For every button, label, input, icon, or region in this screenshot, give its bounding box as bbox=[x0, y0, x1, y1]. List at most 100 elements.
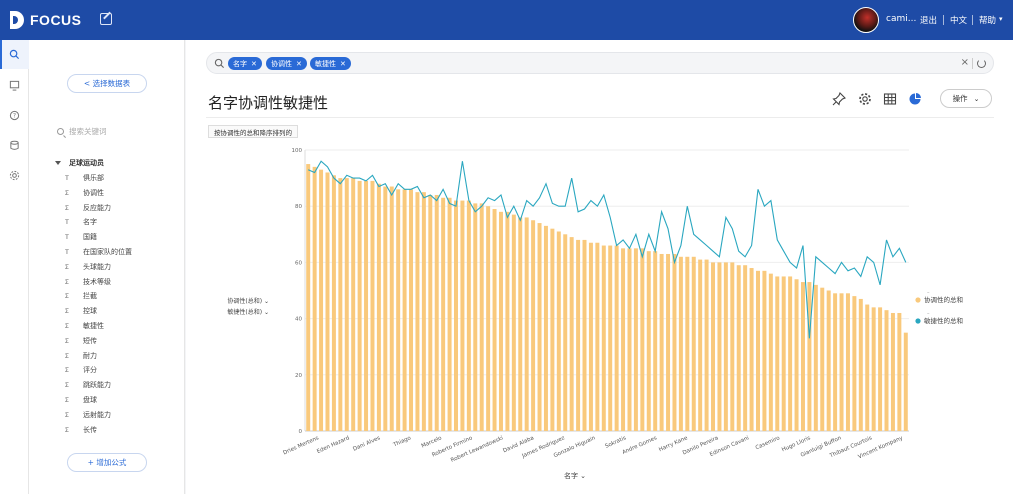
bar[interactable] bbox=[531, 220, 536, 431]
field-search[interactable]: 搜索关键词 bbox=[57, 126, 107, 137]
bar[interactable] bbox=[794, 279, 799, 431]
board-icon[interactable] bbox=[9, 80, 20, 91]
field-item[interactable]: Σ 协调性 bbox=[65, 187, 104, 199]
bar[interactable] bbox=[357, 180, 362, 431]
bar[interactable] bbox=[826, 290, 831, 432]
edit-icon[interactable] bbox=[100, 13, 112, 25]
bar[interactable] bbox=[768, 273, 773, 431]
field-item[interactable]: T 名字 bbox=[65, 216, 97, 228]
brand-logo[interactable]: FOCUS bbox=[10, 10, 82, 30]
bar[interactable] bbox=[633, 248, 638, 431]
refresh-icon[interactable] bbox=[977, 59, 986, 68]
field-item[interactable]: Σ 评分 bbox=[65, 364, 97, 376]
bar[interactable] bbox=[486, 206, 491, 431]
bar[interactable] bbox=[788, 276, 793, 431]
bar[interactable] bbox=[479, 203, 484, 431]
bar[interactable] bbox=[563, 234, 568, 431]
legend-label[interactable]: 敏捷性的总和 bbox=[924, 316, 963, 325]
field-item[interactable]: T 在国家队的位置 bbox=[65, 246, 132, 258]
field-item[interactable]: Σ 长传 bbox=[65, 424, 97, 436]
bar[interactable] bbox=[903, 332, 908, 431]
bar[interactable] bbox=[556, 231, 561, 431]
bar[interactable] bbox=[730, 262, 735, 431]
user-name[interactable]: cami... bbox=[886, 14, 916, 24]
field-item[interactable]: Σ 拦截 bbox=[65, 290, 97, 302]
search-tag[interactable]: 协调性 ✕ bbox=[266, 57, 307, 70]
bar[interactable] bbox=[865, 304, 870, 431]
bar[interactable] bbox=[659, 253, 664, 431]
bar[interactable] bbox=[543, 225, 548, 431]
help-icon[interactable]: ? bbox=[9, 110, 20, 121]
field-item[interactable]: Σ 控球 bbox=[65, 305, 97, 317]
bar[interactable] bbox=[621, 248, 626, 431]
field-item[interactable]: Σ 反应能力 bbox=[65, 202, 111, 214]
settings-icon[interactable] bbox=[9, 170, 20, 181]
bar[interactable] bbox=[608, 245, 613, 431]
bar[interactable] bbox=[646, 251, 651, 431]
bar[interactable] bbox=[402, 189, 407, 431]
bar[interactable] bbox=[511, 214, 516, 431]
search-tag[interactable]: 敏捷性 ✕ bbox=[310, 57, 351, 70]
bar[interactable] bbox=[537, 223, 542, 431]
bar[interactable] bbox=[800, 282, 805, 431]
bar[interactable] bbox=[704, 259, 709, 431]
bar[interactable] bbox=[492, 209, 497, 431]
bar[interactable] bbox=[813, 284, 818, 431]
bar[interactable] bbox=[454, 200, 458, 431]
bar[interactable] bbox=[743, 265, 748, 431]
field-search-input[interactable]: 搜索关键词 bbox=[69, 126, 107, 137]
bar[interactable] bbox=[331, 175, 336, 431]
bar[interactable] bbox=[627, 248, 632, 431]
bar[interactable] bbox=[897, 312, 902, 431]
bar[interactable] bbox=[505, 211, 510, 431]
add-formula-button[interactable]: + 增加公式 bbox=[67, 453, 147, 472]
bar[interactable] bbox=[344, 178, 349, 431]
field-item[interactable]: Σ 技术等级 bbox=[65, 276, 111, 288]
bar[interactable] bbox=[524, 217, 529, 431]
bar[interactable] bbox=[466, 200, 471, 431]
field-item[interactable]: Σ 远射能力 bbox=[65, 409, 111, 421]
bar[interactable] bbox=[325, 172, 330, 431]
x-axis-label[interactable]: 名字 ⌄ bbox=[564, 471, 586, 480]
bar[interactable] bbox=[640, 248, 645, 431]
bar[interactable] bbox=[890, 312, 895, 431]
bar[interactable] bbox=[781, 276, 786, 431]
bar[interactable] bbox=[434, 194, 439, 431]
bar[interactable] bbox=[653, 251, 658, 431]
language-link[interactable]: 中文 bbox=[950, 14, 967, 26]
nav-search-active[interactable] bbox=[0, 40, 29, 69]
select-table-button[interactable]: < 选择数据表 bbox=[67, 74, 147, 93]
bar[interactable] bbox=[550, 228, 555, 431]
bar[interactable] bbox=[576, 239, 581, 431]
bar[interactable] bbox=[582, 239, 587, 431]
bar[interactable] bbox=[839, 293, 844, 431]
bar[interactable] bbox=[614, 245, 619, 431]
bar[interactable] bbox=[711, 262, 716, 431]
bar[interactable] bbox=[364, 180, 369, 431]
bar[interactable] bbox=[473, 203, 478, 431]
bar[interactable] bbox=[884, 310, 889, 431]
bar[interactable] bbox=[415, 192, 420, 431]
bar[interactable] bbox=[428, 194, 433, 431]
logout-link[interactable]: 退出 bbox=[920, 14, 937, 26]
bar[interactable] bbox=[871, 307, 876, 431]
bar[interactable] bbox=[518, 217, 523, 431]
bar[interactable] bbox=[338, 178, 343, 431]
bar[interactable] bbox=[762, 270, 767, 431]
bar[interactable] bbox=[447, 197, 452, 431]
bar[interactable] bbox=[601, 245, 606, 431]
chevron-down-icon[interactable]: ▾ bbox=[999, 15, 1003, 23]
close-icon[interactable]: ✕ bbox=[296, 60, 302, 68]
field-item[interactable]: T 俱乐部 bbox=[65, 172, 104, 184]
legend-swatch[interactable] bbox=[915, 297, 921, 303]
bar[interactable] bbox=[441, 197, 446, 431]
bar[interactable] bbox=[498, 211, 503, 431]
bar[interactable] bbox=[723, 262, 728, 431]
tree-root[interactable]: 足球运动员 bbox=[55, 158, 104, 168]
bar[interactable] bbox=[756, 270, 760, 431]
bar[interactable] bbox=[852, 296, 857, 431]
bar[interactable] bbox=[383, 186, 388, 431]
bar[interactable] bbox=[389, 186, 394, 431]
bar[interactable] bbox=[775, 276, 780, 431]
bar[interactable] bbox=[672, 253, 677, 431]
